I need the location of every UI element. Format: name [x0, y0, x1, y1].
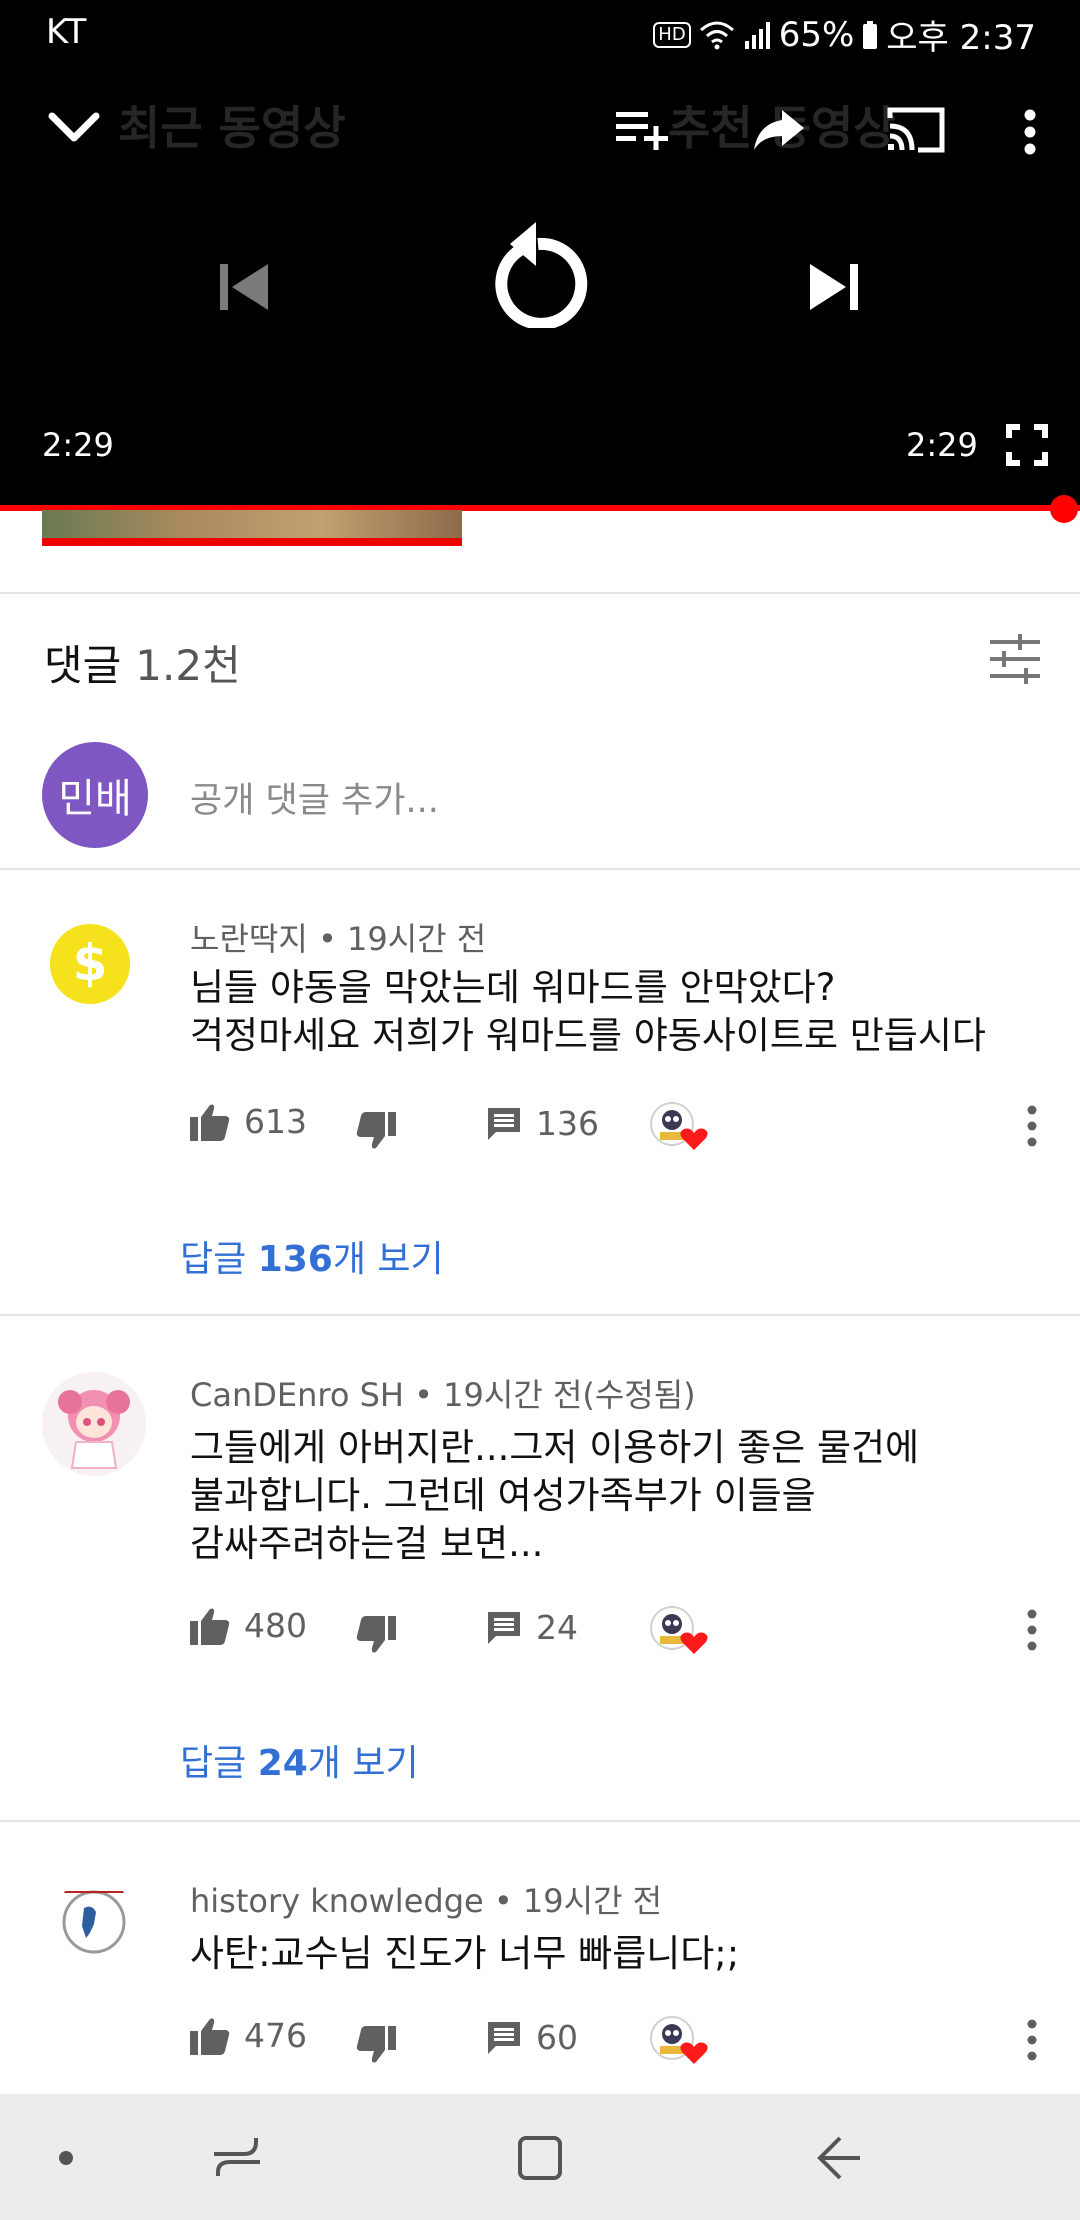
elapsed-time: 2:29: [42, 426, 114, 464]
progress-scrubber[interactable]: [1050, 495, 1078, 523]
comment-text-line: 걱정마세요 저희가 워마드를 야동사이트로 만듭시다: [190, 1014, 986, 1057]
pink-anime-avatar-icon: [42, 1372, 146, 1476]
comment-meta: 노란딱지 • 19시간 전: [190, 920, 487, 958]
replies-suffix: 개 보기: [307, 1743, 419, 1784]
reply-button[interactable]: 136: [486, 1104, 599, 1143]
share-icon[interactable]: [752, 108, 806, 152]
hd-voice-icon: HD: [653, 21, 691, 48]
replies-suffix: 개 보기: [332, 1239, 444, 1280]
signal-icon: [744, 21, 770, 49]
clock: 오후 2:37: [886, 18, 1036, 58]
thumb-up-icon: [190, 1104, 230, 1141]
carrier-label: KT: [46, 12, 87, 52]
ghost-title-left: 최근 동영상: [118, 101, 346, 155]
comment-more-icon[interactable]: [1020, 2018, 1044, 2062]
divider: [0, 868, 1080, 870]
replies-prefix: 답글: [180, 1239, 258, 1280]
like-button[interactable]: 480: [190, 1606, 307, 1645]
recent-apps-icon[interactable]: [212, 2136, 262, 2180]
like-count: 476: [244, 2016, 307, 2055]
nav-dot-icon: [59, 2151, 73, 2165]
comment-meta: CanDEnro SH • 19시간 전(수정됨): [190, 1376, 696, 1414]
comments-header: 댓글 1.2천: [44, 632, 241, 693]
commenter-avatar[interactable]: [56, 1878, 132, 1954]
status-bar: KT HD 65% 오후 2:37: [0, 0, 1080, 62]
collapse-chevron-icon[interactable]: [48, 110, 100, 144]
comment-text-line: 감싸주려하는걸 보면...: [190, 1522, 544, 1565]
comment-more-icon[interactable]: [1020, 1608, 1044, 1652]
replies-count: 24: [257, 1743, 308, 1784]
comment-time: 19시간 전: [346, 920, 487, 958]
video-player[interactable]: 최근 동영상 추천 동영상 2:29 2:29: [0, 62, 1080, 523]
thumb-down-icon[interactable]: [356, 1112, 396, 1150]
like-count: 613: [244, 1102, 307, 1141]
home-icon[interactable]: [516, 2134, 564, 2182]
comment-author[interactable]: CanDEnro SH: [190, 1376, 404, 1414]
comment-text-line: 사탄:교수님 진도가 너무 빠릅니다;;: [190, 1932, 740, 1975]
system-nav-bar: [0, 2094, 1080, 2220]
status-right: HD 65% 오후 2:37: [653, 10, 1036, 59]
comments-count: 1.2천: [135, 641, 241, 690]
reply-count: 60: [536, 2018, 578, 2057]
view-replies-link[interactable]: 답글 136개 보기: [180, 1230, 444, 1282]
commenter-avatar[interactable]: $: [50, 924, 130, 1004]
duration-time: 2:29: [906, 426, 978, 464]
thumb-up-icon: [190, 1608, 230, 1645]
globe-logo-icon: [62, 1890, 126, 1954]
comment-time: 19시간 전(수정됨): [443, 1376, 696, 1414]
reply-icon: [488, 2021, 520, 2054]
like-button[interactable]: 613: [190, 1102, 307, 1141]
reply-button[interactable]: 24: [486, 1608, 578, 1647]
reply-count: 24: [536, 1608, 578, 1647]
battery-percent: 65%: [778, 14, 855, 55]
reply-count: 136: [536, 1104, 599, 1143]
wifi-icon: [699, 21, 734, 49]
back-icon[interactable]: [816, 2134, 864, 2182]
creator-heart-icon: [650, 1606, 708, 1654]
like-count: 480: [244, 1606, 307, 1645]
comment-author[interactable]: 노란딱지: [190, 920, 308, 958]
thumb-down-icon[interactable]: [356, 1616, 396, 1654]
creator-heart-icon: [650, 2016, 708, 2064]
replay-icon[interactable]: [486, 220, 590, 328]
comment-time: 19시간 전: [522, 1882, 663, 1920]
comments-title: 댓글: [44, 641, 122, 690]
comment-text-line: 그들에게 아버지란...그저 이용하기 좋은 물건에: [190, 1426, 920, 1469]
add-to-queue-icon[interactable]: [614, 108, 670, 152]
cast-icon[interactable]: [886, 106, 946, 154]
view-replies-link[interactable]: 답글 24개 보기: [180, 1734, 419, 1786]
add-comment-input[interactable]: 공개 댓글 추가...: [190, 772, 439, 823]
creator-heart-icon: [650, 1102, 708, 1150]
replies-prefix: 답글: [180, 1743, 258, 1784]
sort-comments-icon[interactable]: [988, 634, 1042, 684]
commenter-avatar[interactable]: [42, 1372, 146, 1476]
comment-text-line: 불과합니다. 그런데 여성가족부가 이들을: [190, 1474, 816, 1517]
fullscreen-icon[interactable]: [1006, 424, 1048, 466]
reply-icon: [488, 1107, 520, 1140]
comment-author[interactable]: history knowledge: [190, 1882, 484, 1920]
video-thumbnail-strip: [42, 510, 462, 546]
dollar-icon: $: [50, 924, 130, 1004]
divider: [0, 1820, 1080, 1822]
comment-text-line: 님들 야동을 막았는데 워마드를 안막았다?: [190, 966, 836, 1009]
divider: [0, 592, 1080, 594]
replies-count: 136: [257, 1239, 333, 1280]
comment-more-icon[interactable]: [1020, 1104, 1044, 1148]
comment-meta: history knowledge • 19시간 전: [190, 1882, 663, 1920]
previous-icon[interactable]: [218, 262, 270, 312]
reply-button[interactable]: 60: [486, 2018, 578, 2057]
reply-icon: [488, 1611, 520, 1644]
battery-icon: [863, 20, 878, 49]
more-vert-icon[interactable]: [1018, 108, 1042, 156]
svg-text:$: $: [73, 934, 108, 992]
divider: [0, 1314, 1080, 1316]
thumb-down-icon[interactable]: [356, 2026, 396, 2064]
thumb-up-icon: [190, 2018, 230, 2055]
like-button[interactable]: 476: [190, 2016, 307, 2055]
my-avatar: 민배: [42, 742, 148, 848]
next-icon[interactable]: [808, 262, 860, 312]
